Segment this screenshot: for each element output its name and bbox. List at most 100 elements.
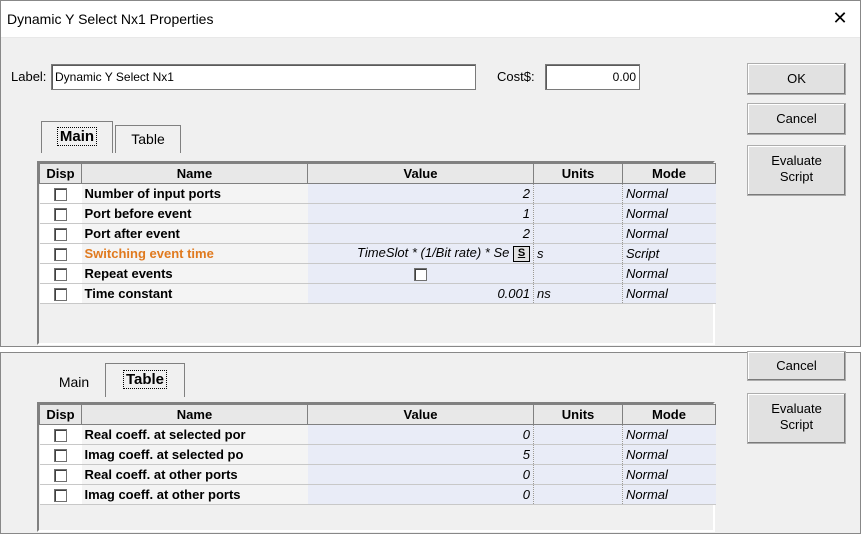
property-mode[interactable]: Normal — [622, 203, 716, 224]
table-row[interactable]: Number of input ports 2 Normal — [39, 183, 716, 204]
disp-checkbox[interactable] — [54, 489, 67, 503]
col-value[interactable]: Value — [307, 163, 534, 184]
col-units[interactable]: Units — [533, 404, 623, 425]
disp-cell — [39, 444, 82, 465]
table-row[interactable]: Real coeff. at other ports 0 Normal — [39, 464, 716, 485]
cost-input[interactable]: 0.00 — [545, 64, 640, 90]
property-units[interactable] — [533, 203, 623, 224]
tab-main-label: Main — [58, 374, 90, 390]
property-value[interactable]: 0 — [307, 424, 534, 445]
properties-dialog-main: Dynamic Y Select Nx1 Properties ✕ Label:… — [0, 0, 861, 347]
table-row[interactable]: Port after event 2 Normal — [39, 223, 716, 244]
property-value[interactable]: 0.001 — [307, 283, 534, 304]
col-disp[interactable]: Disp — [39, 163, 82, 184]
label-input[interactable]: Dynamic Y Select Nx1 — [51, 64, 476, 90]
disp-cell — [39, 283, 82, 304]
table-row[interactable]: Imag coeff. at selected po 5 Normal — [39, 444, 716, 465]
property-mode[interactable]: Normal — [622, 424, 716, 445]
table-row[interactable]: Imag coeff. at other ports 0 Normal — [39, 484, 716, 505]
col-mode[interactable]: Mode — [622, 163, 716, 184]
disp-checkbox[interactable] — [54, 429, 67, 443]
disp-cell — [39, 484, 82, 505]
table-row[interactable]: Time constant 0.001 ns Normal — [39, 283, 716, 304]
property-mode[interactable]: Normal — [622, 444, 716, 465]
property-mode[interactable]: Normal — [622, 263, 716, 284]
cancel-button[interactable]: Cancel — [747, 351, 846, 381]
property-name: Switching event time — [81, 243, 308, 264]
tab-main[interactable]: Main — [41, 121, 113, 153]
cancel-button[interactable]: Cancel — [747, 103, 846, 135]
disp-checkbox[interactable] — [54, 228, 67, 242]
disp-cell — [39, 263, 82, 284]
property-units[interactable] — [533, 183, 623, 204]
disp-cell — [39, 424, 82, 445]
value-checkbox[interactable] — [413, 268, 427, 282]
property-mode[interactable]: Normal — [622, 223, 716, 244]
col-value[interactable]: Value — [307, 404, 534, 425]
property-units[interactable] — [533, 424, 623, 445]
property-value[interactable]: 0 — [307, 484, 534, 505]
disp-checkbox[interactable] — [54, 449, 67, 463]
property-value[interactable]: 0 — [307, 464, 534, 485]
property-mode[interactable]: Normal — [622, 283, 716, 304]
property-name: Number of input ports — [81, 183, 308, 204]
property-mode[interactable]: Normal — [622, 484, 716, 505]
tab-table[interactable]: Table — [115, 125, 181, 153]
property-units[interactable] — [533, 444, 623, 465]
evaluate-script-button[interactable]: Evaluate Script — [747, 393, 846, 444]
close-icon[interactable]: ✕ — [830, 8, 850, 29]
property-value[interactable]: TimeSlot * (1/Bit rate) * Se S — [307, 243, 534, 264]
disp-cell — [39, 243, 82, 264]
main-grid-panel: Disp Name Value Units Mode Number of inp… — [37, 161, 716, 345]
tab-main-label: Main — [56, 127, 98, 146]
table-properties-table: Disp Name Value Units Mode Real coeff. a… — [39, 404, 716, 505]
disp-checkbox[interactable] — [54, 248, 67, 262]
disp-checkbox[interactable] — [54, 288, 67, 302]
table-row[interactable]: Real coeff. at selected por 0 Normal — [39, 424, 716, 445]
property-mode[interactable]: Script — [622, 243, 716, 264]
property-name: Port before event — [81, 203, 308, 224]
property-mode[interactable]: Normal — [622, 464, 716, 485]
tab-table[interactable]: Table — [105, 363, 185, 397]
table-row[interactable]: Port before event 1 Normal — [39, 203, 716, 224]
tab-table-label: Table — [122, 370, 168, 389]
property-name: Real coeff. at selected por — [81, 424, 308, 445]
property-units[interactable] — [533, 484, 623, 505]
col-name[interactable]: Name — [81, 163, 308, 184]
property-units[interactable]: ns — [533, 283, 623, 304]
property-name: Repeat events — [81, 263, 308, 284]
property-name: Imag coeff. at selected po — [81, 444, 308, 465]
col-units[interactable]: Units — [533, 163, 623, 184]
evaluate-script-button[interactable]: Evaluate Script — [747, 145, 846, 196]
script-value-text: TimeSlot * (1/Bit rate) * Se — [357, 245, 510, 261]
disp-cell — [39, 183, 82, 204]
property-value[interactable]: 5 — [307, 444, 534, 465]
col-name[interactable]: Name — [81, 404, 308, 425]
property-value[interactable]: 2 — [307, 223, 534, 244]
property-value-checkbox-cell — [307, 263, 534, 284]
properties-dialog-table: Cancel Evaluate Script Main Table Disp N… — [0, 351, 861, 534]
table-row[interactable]: Repeat events Normal — [39, 263, 716, 284]
disp-checkbox[interactable] — [54, 469, 67, 483]
ok-button[interactable]: OK — [747, 63, 846, 95]
disp-cell — [39, 223, 82, 244]
col-mode[interactable]: Mode — [622, 404, 716, 425]
property-value[interactable]: 1 — [307, 203, 534, 224]
property-units[interactable]: s — [533, 243, 623, 264]
disp-checkbox[interactable] — [54, 188, 67, 202]
table-row[interactable]: Switching event time TimeSlot * (1/Bit ra… — [39, 243, 716, 264]
script-edit-button[interactable]: S — [513, 245, 530, 262]
label-caption: Label: — [11, 69, 47, 84]
disp-cell — [39, 203, 82, 224]
property-units[interactable] — [533, 263, 623, 284]
property-units[interactable] — [533, 223, 623, 244]
tab-main[interactable]: Main — [43, 367, 105, 397]
table-grid-panel: Disp Name Value Units Mode Real coeff. a… — [37, 402, 716, 532]
property-mode[interactable]: Normal — [622, 183, 716, 204]
property-value[interactable]: 2 — [307, 183, 534, 204]
col-disp[interactable]: Disp — [39, 404, 82, 425]
window-title: Dynamic Y Select Nx1 Properties — [7, 11, 214, 27]
disp-checkbox[interactable] — [54, 268, 67, 282]
property-units[interactable] — [533, 464, 623, 485]
disp-checkbox[interactable] — [54, 208, 67, 222]
